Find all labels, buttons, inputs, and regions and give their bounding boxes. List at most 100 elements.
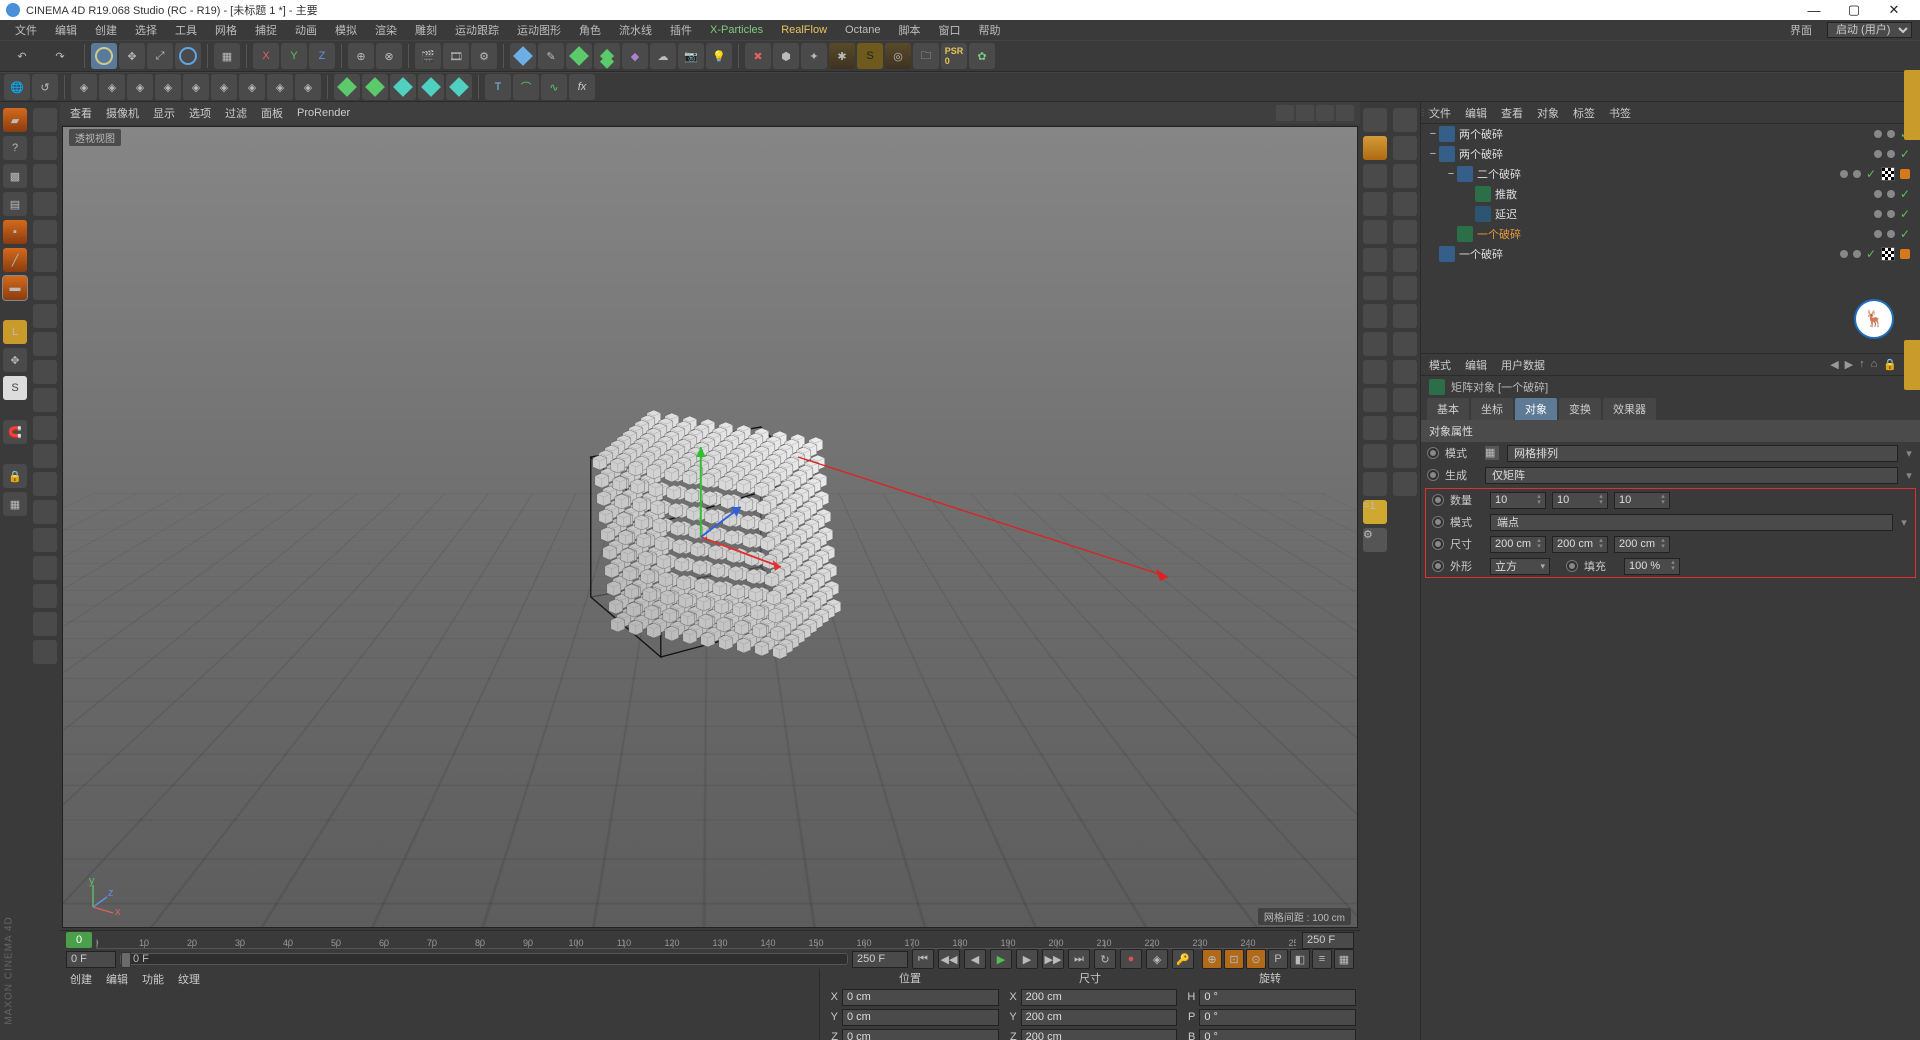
range-end-field[interactable]: 250 F <box>852 951 908 968</box>
om-menu-查看[interactable]: 查看 <box>1501 105 1523 121</box>
prim3-button[interactable] <box>390 74 416 100</box>
content-browser-button[interactable]: 🗀 <box>913 43 939 69</box>
attr-tab-变换[interactable]: 变换 <box>1559 398 1601 420</box>
sel-tool-2[interactable]: ◈ <box>127 74 153 100</box>
menu-运动图形[interactable]: 运动图形 <box>508 20 570 40</box>
left-extra-17[interactable] <box>33 584 57 608</box>
make-editable-button[interactable]: ▰ <box>3 108 27 132</box>
menu-Octane[interactable]: Octane <box>836 22 889 38</box>
mat-menu-编辑[interactable]: 编辑 <box>106 971 128 987</box>
r2-btn-2[interactable] <box>1393 164 1417 188</box>
r2-btn-9[interactable] <box>1393 360 1417 384</box>
key-pla-button[interactable]: ◧ <box>1290 949 1310 969</box>
axis-y-button[interactable]: Y <box>281 43 307 69</box>
left-extra-11[interactable] <box>33 416 57 440</box>
build-select[interactable]: 仅矩阵 <box>1485 467 1898 484</box>
timeline-ruler[interactable]: 0 01020304050607080901001101201301401501… <box>60 931 1360 949</box>
plugins-button[interactable]: ✿ <box>969 43 995 69</box>
range-start-field[interactable]: 0 F <box>66 951 116 968</box>
r1-btn-9[interactable] <box>1363 360 1387 384</box>
menu-模拟[interactable]: 模拟 <box>326 20 366 40</box>
timeline-total-field[interactable]: 250 F <box>1302 932 1354 949</box>
right-edge-tab-2[interactable] <box>1904 340 1920 390</box>
next-key-button[interactable]: ▶▶ <box>1042 949 1064 969</box>
menu-网格[interactable]: 网格 <box>206 20 246 40</box>
sel-tool-7[interactable]: ◈ <box>267 74 293 100</box>
count-z-field[interactable]: 10▴▾ <box>1614 492 1670 509</box>
left-extra-10[interactable] <box>33 388 57 412</box>
r2-btn-3[interactable] <box>1393 192 1417 216</box>
octane-button[interactable]: ◎ <box>885 43 911 69</box>
mat-menu-功能[interactable]: 功能 <box>142 971 164 987</box>
anim-dot[interactable] <box>1427 447 1439 459</box>
r2-btn-4[interactable] <box>1393 220 1417 244</box>
am-menu-模式[interactable]: 模式 <box>1429 357 1451 373</box>
goto-start-button[interactable]: ⏮ <box>912 949 934 969</box>
menu-工具[interactable]: 工具 <box>166 20 206 40</box>
prim4-button[interactable] <box>418 74 444 100</box>
r1-gear-button[interactable]: ⚙ <box>1363 528 1387 552</box>
xp-button[interactable]: ✖ <box>745 43 771 69</box>
dropdown-icon[interactable]: ▾ <box>1904 447 1914 460</box>
left-extra-3[interactable] <box>33 192 57 216</box>
substance-button[interactable]: S <box>857 43 883 69</box>
viewport[interactable]: 透视视图 <box>62 126 1358 928</box>
prim5-button[interactable] <box>446 74 472 100</box>
axis-x-button[interactable]: X <box>253 43 279 69</box>
grid2-button[interactable]: ▦ <box>3 492 27 516</box>
r2-btn-0[interactable] <box>1393 108 1417 132</box>
r2-btn-1[interactable] <box>1393 136 1417 160</box>
dropdown-icon[interactable]: ▾ <box>1904 469 1914 482</box>
keyopt-button[interactable]: 🔑 <box>1172 949 1194 969</box>
anim-dot[interactable] <box>1432 494 1444 506</box>
magnet-button[interactable]: 🧲 <box>3 420 27 444</box>
key-all-button[interactable]: ▦ <box>1334 949 1354 969</box>
render-pv-button[interactable]: 🎞 <box>443 43 469 69</box>
sel-tool-1[interactable]: ◈ <box>99 74 125 100</box>
r1-btn-8[interactable] <box>1363 332 1387 356</box>
object-tree[interactable]: −两个破碎✓−两个破碎✓−二个破碎✓推散✓延迟✓一个破碎✓一个破碎✓🦌 <box>1421 124 1920 354</box>
left-extra-6[interactable] <box>33 276 57 300</box>
r2-btn-6[interactable] <box>1393 276 1417 300</box>
left-extra-16[interactable] <box>33 556 57 580</box>
vp-menu-选项[interactable]: 选项 <box>189 105 211 121</box>
tree-row[interactable]: −两个破碎✓ <box>1421 144 1920 164</box>
menu-编辑[interactable]: 编辑 <box>46 20 86 40</box>
shape-select[interactable]: 立方 <box>1490 558 1550 575</box>
right-edge-tab-1[interactable] <box>1904 70 1920 140</box>
om-menu-对象[interactable]: 对象 <box>1537 105 1559 121</box>
r1-btn-3[interactable] <box>1363 192 1387 216</box>
spline1-button[interactable]: ⌒ <box>513 74 539 100</box>
r1-btn-7[interactable] <box>1363 304 1387 328</box>
r1-btn-13[interactable] <box>1363 472 1387 496</box>
left-extra-8[interactable] <box>33 332 57 356</box>
vp-menu-过滤[interactable]: 过滤 <box>225 105 247 121</box>
left-extra-9[interactable] <box>33 360 57 384</box>
menu-角色[interactable]: 角色 <box>570 20 610 40</box>
vp-menu-ProRender[interactable]: ProRender <box>297 107 350 119</box>
mat-menu-纹理[interactable]: 纹理 <box>178 971 200 987</box>
menu-脚本[interactable]: 脚本 <box>890 20 930 40</box>
live-select-tool[interactable] <box>91 43 117 69</box>
render-settings-button[interactable]: ⚙ <box>471 43 497 69</box>
r1-btn-11[interactable] <box>1363 416 1387 440</box>
r2-btn-8[interactable] <box>1393 332 1417 356</box>
r2-btn-13[interactable] <box>1393 472 1417 496</box>
key-scale-button[interactable]: ⊡ <box>1224 949 1244 969</box>
attr-up-button[interactable]: ↑ <box>1859 358 1865 371</box>
r2-btn-7[interactable] <box>1393 304 1417 328</box>
left-extra-14[interactable] <box>33 500 57 524</box>
r1-btn-6[interactable] <box>1363 276 1387 300</box>
anim-dot[interactable] <box>1432 516 1444 528</box>
sel-tool-5[interactable]: ◈ <box>211 74 237 100</box>
size-x-field[interactable]: 200 cm▴▾ <box>1490 536 1546 553</box>
am-menu-编辑[interactable]: 编辑 <box>1465 357 1487 373</box>
om-menu-标签[interactable]: 标签 <box>1573 105 1595 121</box>
anim-dot[interactable] <box>1566 560 1578 572</box>
left-extra-19[interactable] <box>33 640 57 664</box>
psr-button[interactable]: PSR0 <box>941 43 967 69</box>
next-frame-button[interactable]: ▶ <box>1016 949 1038 969</box>
close-button[interactable]: ✕ <box>1874 0 1914 20</box>
axis-mode-button[interactable]: L <box>3 320 27 344</box>
cloner-button[interactable] <box>594 43 620 69</box>
